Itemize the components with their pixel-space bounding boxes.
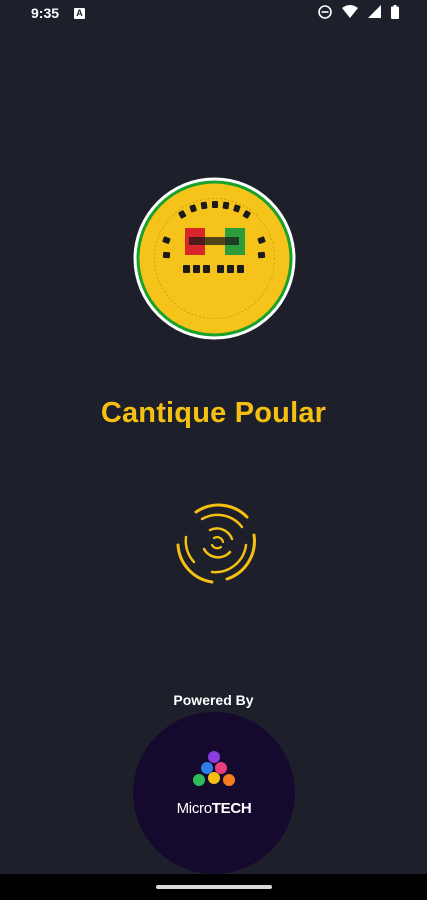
microtech-badge: MicroTECH bbox=[133, 712, 295, 874]
brand-name-micro: Micro bbox=[176, 800, 212, 817]
do-not-disturb-icon bbox=[318, 5, 333, 19]
wifi-icon bbox=[342, 5, 359, 18]
status-time: 9:35 bbox=[31, 5, 60, 21]
home-indicator[interactable] bbox=[156, 885, 272, 889]
microtech-name: MicroTECH bbox=[133, 800, 295, 817]
app-logo bbox=[133, 177, 296, 340]
brand-name-tech: TECH bbox=[211, 800, 252, 817]
microtech-logo bbox=[193, 751, 235, 786]
cellular-signal-icon bbox=[368, 5, 382, 18]
app-title: Cantique Poular bbox=[100, 397, 327, 429]
cantique-poular-emblem bbox=[133, 177, 296, 340]
notification-a-icon: A bbox=[74, 8, 85, 19]
status-bar: 9:35 A bbox=[0, 0, 427, 28]
powered-by-label: Powered By bbox=[173, 692, 254, 708]
spinner-icon bbox=[176, 503, 256, 584]
battery-icon bbox=[391, 5, 399, 19]
navigation-bar bbox=[0, 874, 427, 900]
loading-spinner bbox=[172, 497, 262, 587]
status-icons bbox=[312, 5, 399, 23]
